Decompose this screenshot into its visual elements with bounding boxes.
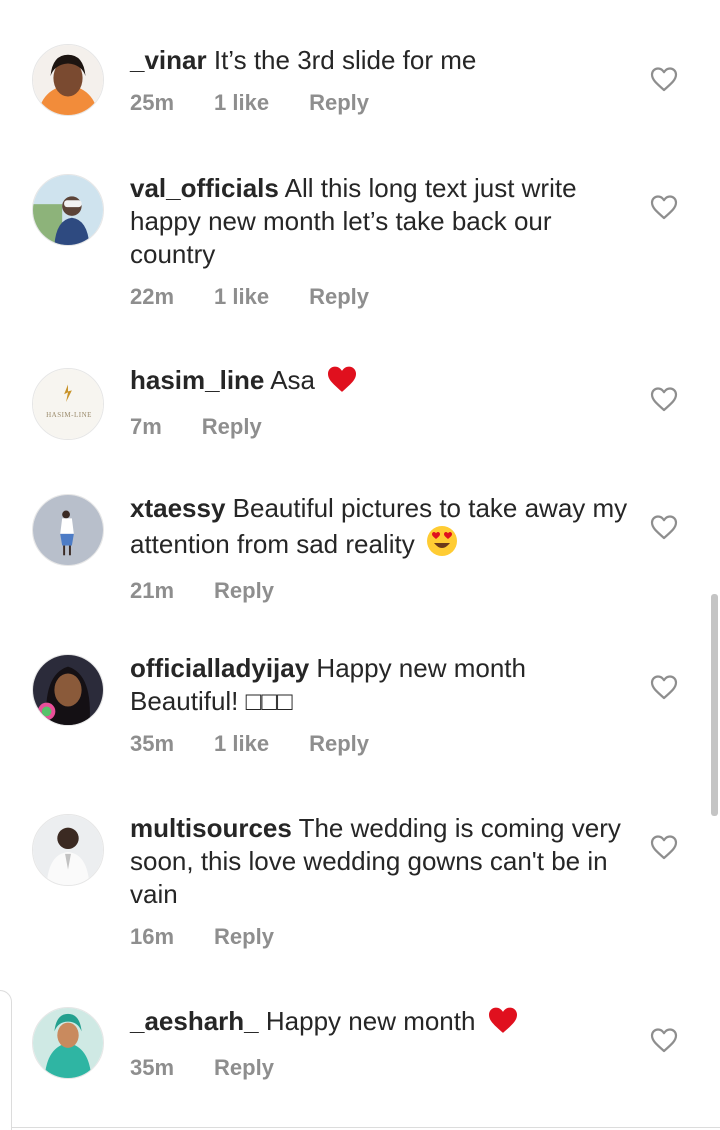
- heart-outline-icon: [650, 195, 678, 220]
- comment-time: 35m: [130, 731, 175, 756]
- comment-meta: 21m Reply: [130, 577, 630, 605]
- comment-body: multisources The wedding is coming very …: [130, 812, 630, 951]
- red-heart-emoji-icon: [487, 1006, 519, 1042]
- comment-time: 22m: [130, 284, 175, 309]
- heart-outline-icon: [650, 515, 678, 540]
- comment-text: It’s the 3rd slide for me: [213, 45, 477, 75]
- like-button[interactable]: [650, 674, 678, 700]
- red-heart-emoji-icon: [326, 365, 358, 401]
- reply-button[interactable]: Reply: [214, 1054, 274, 1082]
- reply-button[interactable]: Reply: [202, 413, 262, 441]
- comment-text-block: _aesharh_ Happy new month: [130, 1005, 630, 1042]
- heart-outline-icon: [650, 67, 678, 92]
- avatar[interactable]: [32, 174, 104, 246]
- comment-likes[interactable]: 1 like: [214, 730, 269, 758]
- avatar-image: [33, 175, 103, 245]
- comment-meta: 22m 1 like Reply: [130, 283, 630, 311]
- comment-meta: 7m Reply: [130, 413, 630, 441]
- heart-outline-icon: [650, 835, 678, 860]
- comment-time: 21m: [130, 578, 175, 603]
- comment-time: 7m: [130, 414, 162, 439]
- comment-text-block: xtaessy Beautiful pictures to take away …: [130, 492, 630, 565]
- avatar-image: [33, 45, 103, 115]
- comment-text: Asa: [270, 365, 316, 395]
- comment-text-block: _vinar It’s the 3rd slide for me: [130, 44, 630, 77]
- comment-text-block: multisources The wedding is coming very …: [130, 812, 630, 911]
- comment-username[interactable]: _aesharh_: [130, 1006, 259, 1036]
- reply-button[interactable]: Reply: [214, 577, 274, 605]
- comment-username[interactable]: officialladyijay: [130, 653, 309, 683]
- reply-button[interactable]: Reply: [309, 89, 369, 117]
- avatar-image: [33, 1008, 103, 1078]
- avatar[interactable]: [32, 1007, 104, 1079]
- like-button[interactable]: [650, 66, 678, 92]
- reply-button[interactable]: Reply: [214, 923, 274, 951]
- comment-meta: 35m Reply: [130, 1054, 630, 1082]
- heart-outline-icon: [650, 675, 678, 700]
- avatar-image: [33, 369, 103, 439]
- avatar[interactable]: [32, 654, 104, 726]
- divider: [12, 1127, 720, 1128]
- comment-meta: 25m 1 like Reply: [130, 89, 630, 117]
- like-button[interactable]: [650, 514, 678, 540]
- avatar[interactable]: [32, 814, 104, 886]
- avatar-image: [33, 495, 103, 565]
- comment-time: 16m: [130, 924, 175, 949]
- like-button[interactable]: [650, 834, 678, 860]
- comment-text-block: hasim_line Asa: [130, 364, 630, 401]
- comment-body: val_officials All this long text just wr…: [130, 172, 630, 311]
- comment-body: _aesharh_ Happy new month 35m Reply: [130, 1005, 630, 1082]
- comment-text-block: val_officials All this long text just wr…: [130, 172, 630, 271]
- comment-username[interactable]: hasim_line: [130, 365, 264, 395]
- comment-time: 35m: [130, 1055, 175, 1080]
- comment-body: xtaessy Beautiful pictures to take away …: [130, 492, 630, 605]
- reply-button[interactable]: Reply: [309, 730, 369, 758]
- heart-outline-icon: [650, 1028, 678, 1053]
- comment-text-block: officialladyijay Happy new month Beautif…: [130, 652, 630, 718]
- comment-body: hasim_line Asa 7m Reply: [130, 364, 630, 441]
- comment-likes[interactable]: 1 like: [214, 89, 269, 117]
- comment-meta: 35m 1 like Reply: [130, 730, 630, 758]
- like-button[interactable]: [650, 1027, 678, 1053]
- reply-button[interactable]: Reply: [309, 283, 369, 311]
- comment-username[interactable]: _vinar: [130, 45, 207, 75]
- comment-username[interactable]: val_officials: [130, 173, 279, 203]
- avatar-image: [33, 655, 103, 725]
- comment-username[interactable]: multisources: [130, 813, 292, 843]
- like-button[interactable]: [650, 386, 678, 412]
- comment-body: officialladyijay Happy new month Beautif…: [130, 652, 630, 758]
- avatar[interactable]: [32, 494, 104, 566]
- comment-meta: 16m Reply: [130, 923, 630, 951]
- heart-eyes-emoji-icon: [426, 525, 458, 565]
- scrollbar[interactable]: [711, 594, 718, 816]
- avatar[interactable]: HASIM-LINE: [32, 368, 104, 440]
- comment-time: 25m: [130, 90, 175, 115]
- comments-screen: _vinar It’s the 3rd slide for me 25m 1 l…: [0, 0, 720, 1130]
- heart-outline-icon: [650, 387, 678, 412]
- comment-username[interactable]: xtaessy: [130, 493, 225, 523]
- comment-body: _vinar It’s the 3rd slide for me 25m 1 l…: [130, 44, 630, 117]
- avatar-logo-text: HASIM-LINE: [46, 411, 92, 419]
- comment-text: Happy new month: [265, 1006, 476, 1036]
- avatar-image: [33, 815, 103, 885]
- avatar[interactable]: [32, 44, 104, 116]
- like-button[interactable]: [650, 194, 678, 220]
- panel-edge: [0, 990, 12, 1130]
- comment-likes[interactable]: 1 like: [214, 283, 269, 311]
